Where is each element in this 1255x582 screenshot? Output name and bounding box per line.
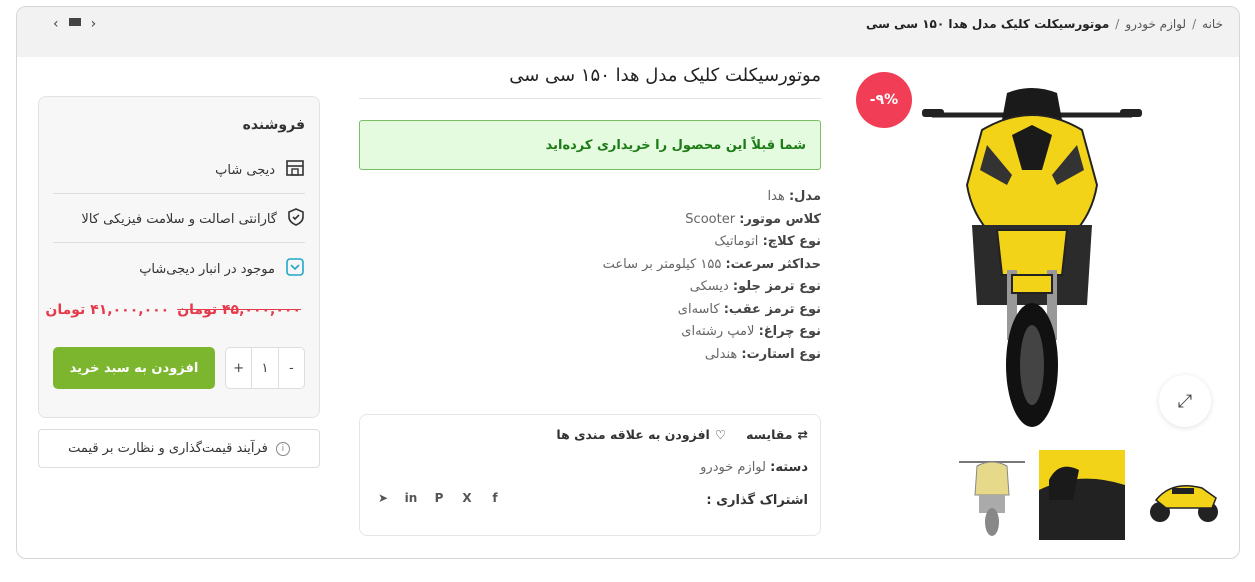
chevron-left-icon[interactable]: ‹ (53, 16, 59, 32)
store-icon (285, 159, 305, 181)
pinterest-icon[interactable]: P (432, 491, 446, 505)
facebook-icon[interactable]: f (488, 491, 502, 505)
old-price: ۴۵,۰۰۰,۰۰۰ تومان (177, 302, 301, 318)
category-link[interactable]: لوازم خودرو (700, 460, 766, 475)
divider (53, 193, 305, 194)
thumbnail-seat[interactable] (1039, 450, 1125, 540)
qty-plus-button[interactable]: + (226, 348, 251, 388)
spec-row: مدل: هدا (767, 189, 821, 204)
breadcrumb: خانه / لوازم خودرو / موتورسیکلت کلیک مدل هدا… (866, 17, 1223, 31)
product-title: موتورسیکلت کلیک مدل هدا ۱۵۰ سی سی (509, 65, 821, 86)
spec-row: کلاس موتور: Scooter (685, 211, 821, 227)
product-meta-box: ⇄ مقایسه ♡ افزودن به علاقه مندی ها دسته: ل… (359, 414, 821, 536)
price-process-link[interactable]: i فرآیند قیمت‌گذاری و نظارت بر قیمت (38, 429, 320, 468)
price-process-label: فرآیند قیمت‌گذاری و نظارت بر قیمت (68, 441, 268, 456)
quantity-input[interactable]: ۱ (251, 348, 279, 388)
shield-icon (287, 208, 305, 230)
add-to-cart-button[interactable]: افزودن به سبد خرید (53, 347, 215, 389)
telegram-icon[interactable]: ➤ (376, 491, 390, 505)
compare-label: مقایسه (746, 427, 793, 442)
spec-row: حداکثر سرعت: ۱۵۵ کیلومتر بر ساعت (602, 256, 821, 272)
scooter-seat-image (1039, 450, 1125, 540)
breadcrumb-separator: / (1192, 17, 1197, 31)
spec-row: نوع ترمز جلو: دیسکی (689, 279, 821, 294)
breadcrumb-separator: / (1115, 17, 1120, 31)
spec-row: نوع ترمز عقب: کاسه‌ای (677, 301, 821, 317)
breadcrumb-current: موتورسیکلت کلیک مدل هدا ۱۵۰ سی سی (865, 17, 1110, 31)
share-label: اشتراک گذاری : (706, 493, 808, 508)
stock-text: موجود در انبار دیجی‌شاپ (139, 261, 275, 277)
breadcrumb-home[interactable]: خانه (1202, 17, 1223, 31)
quantity-stepper: + ۱ - (225, 347, 305, 389)
product-specs: مدل: هدا کلاس موتور: Scooter نوع کلاچ: ا… (603, 186, 821, 366)
thumbnail-side[interactable] (1142, 450, 1228, 540)
wishlist-label: افزودن به علاقه مندی ها (556, 427, 710, 442)
shuffle-icon: ⇄ (797, 427, 808, 442)
breadcrumb-category[interactable]: لوازم خودرو (1125, 17, 1186, 31)
qty-minus-button[interactable]: - (279, 348, 304, 388)
product-actions: ⇄ مقایسه ♡ افزودن به علاقه مندی ها (556, 427, 808, 442)
spec-row: نوع چراغ: لامپ رشته‌ای (681, 324, 821, 339)
seller-stock: موجود در انبار دیجی‌شاپ (139, 257, 305, 281)
scooter-side-image (1150, 485, 1218, 522)
thumbnail-front[interactable] (949, 450, 1035, 540)
spec-row: نوع کلاچ: اتوماتیک (714, 234, 821, 249)
divider (359, 98, 821, 99)
wishlist-button[interactable]: ♡ افزودن به علاقه مندی ها (556, 427, 726, 442)
linkedin-icon[interactable]: in (404, 491, 418, 505)
seller-card: فروشنده دیجی شاپ گارانتی اصالت و سلامت ف… (38, 96, 320, 418)
divider (53, 242, 305, 243)
x-icon[interactable]: X (460, 491, 474, 505)
expand-icon[interactable]: ⤢ (1159, 375, 1211, 427)
shop-name[interactable]: دیجی شاپ (215, 163, 275, 178)
guarantee-text: گارانتی اصالت و سلامت فیزیکی کالا (81, 211, 277, 227)
compare-button[interactable]: ⇄ مقایسه (746, 427, 808, 442)
category-label: دسته: (770, 460, 808, 475)
top-bar: خانه / لوازم خودرو / موتورسیکلت کلیک مدل هدا… (17, 7, 1239, 57)
heart-icon: ♡ (714, 427, 727, 442)
product-nav: ‹ › (53, 16, 96, 32)
seller-heading: فروشنده (242, 117, 305, 133)
scooter-front-image (922, 88, 1142, 427)
discount-badge: -۹% (856, 72, 912, 128)
seller-shop: دیجی شاپ (215, 159, 305, 181)
product-main-image[interactable] (912, 75, 1152, 435)
chevron-right-icon[interactable]: › (91, 16, 97, 32)
info-icon: i (275, 441, 290, 456)
new-price: ۴۱,۰۰۰,۰۰۰ تومان (45, 302, 170, 318)
seller-guarantee: گارانتی اصالت و سلامت فیزیکی کالا (81, 208, 305, 230)
product-category: دسته: لوازم خودرو (700, 460, 808, 475)
price-block: ۴۵,۰۰۰,۰۰۰ تومان ۴۱,۰۰۰,۰۰۰ تومان (45, 302, 301, 318)
product-page: خانه / لوازم خودرو / موتورسیکلت کلیک مدل هدا… (16, 6, 1240, 559)
scooter-front-thumb-image (959, 461, 1025, 536)
purchased-notice: شما قبلاً این محصول را خریداری کرده‌اید (359, 120, 821, 170)
grid-icon[interactable] (68, 18, 81, 30)
social-share: ➤ in P X f (376, 491, 502, 505)
spec-row: نوع استارت: هندلی (704, 346, 821, 362)
warehouse-icon (285, 257, 305, 281)
